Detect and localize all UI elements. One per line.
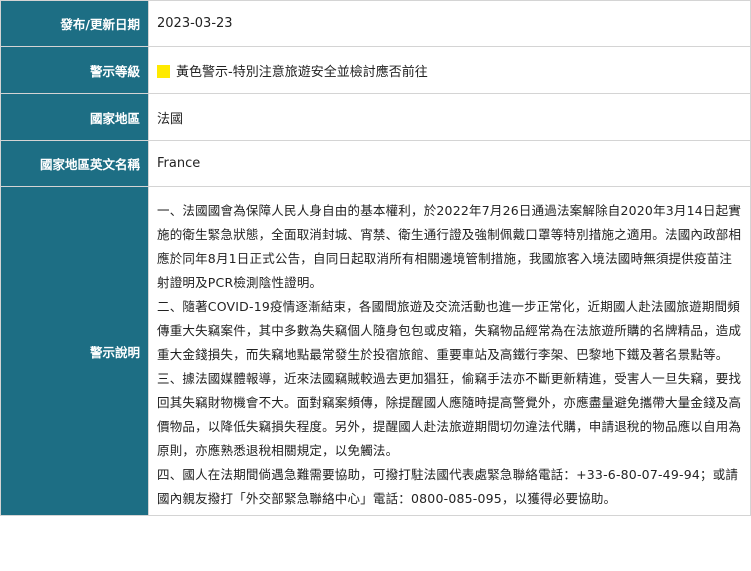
country-row: 國家地區 法國 — [0, 93, 751, 141]
country-label: 國家地區 — [0, 93, 149, 141]
date-label: 發布/更新日期 — [0, 0, 149, 47]
description-paragraph-4: 四、國人在法期間倘遇急難需要協助，可撥打駐法國代表處緊急聯絡電話：+33-6-8… — [157, 467, 739, 506]
country-value: 法國 — [148, 93, 751, 141]
description-paragraph-2: 二、隨著COVID-19疫情逐漸結束，各國間旅遊及交流活動也進一步正常化，近期國… — [157, 299, 742, 362]
description-content: 一、法國國會為保障人民人身自由的基本權利，於2022年7月26日通過法案解除自2… — [148, 186, 751, 516]
level-value: 黃色警示-特別注意旅遊安全並檢討應否前往 — [176, 64, 428, 80]
level-label: 警示等級 — [0, 46, 149, 94]
travel-advisory-table: 發布/更新日期 2023-03-23 警示等級 黃色警示-特別注意旅遊安全並檢討… — [0, 0, 751, 516]
level-cell: 黃色警示-特別注意旅遊安全並檢討應否前往 — [148, 46, 751, 94]
country-en-label: 國家地區英文名稱 — [0, 140, 149, 187]
yellow-level-icon — [157, 64, 170, 78]
description-label: 警示說明 — [0, 186, 149, 516]
level-row: 警示等級 黃色警示-特別注意旅遊安全並檢討應否前往 — [0, 46, 751, 94]
country-en-row: 國家地區英文名稱 France — [0, 140, 751, 187]
description-row: 警示說明 一、法國國會為保障人民人身自由的基本權利，於2022年7月26日通過法… — [0, 186, 751, 516]
description-paragraph-1: 一、法國國會為保障人民人身自由的基本權利，於2022年7月26日通過法案解除自2… — [157, 203, 742, 290]
date-value: 2023-03-23 — [148, 0, 751, 47]
description-paragraph-3: 三、據法國媒體報導，近來法國竊賊較過去更加猖狂，偷竊手法亦不斷更新精進，受害人一… — [157, 371, 742, 458]
date-row: 發布/更新日期 2023-03-23 — [0, 0, 751, 47]
country-en-value: France — [148, 140, 751, 187]
